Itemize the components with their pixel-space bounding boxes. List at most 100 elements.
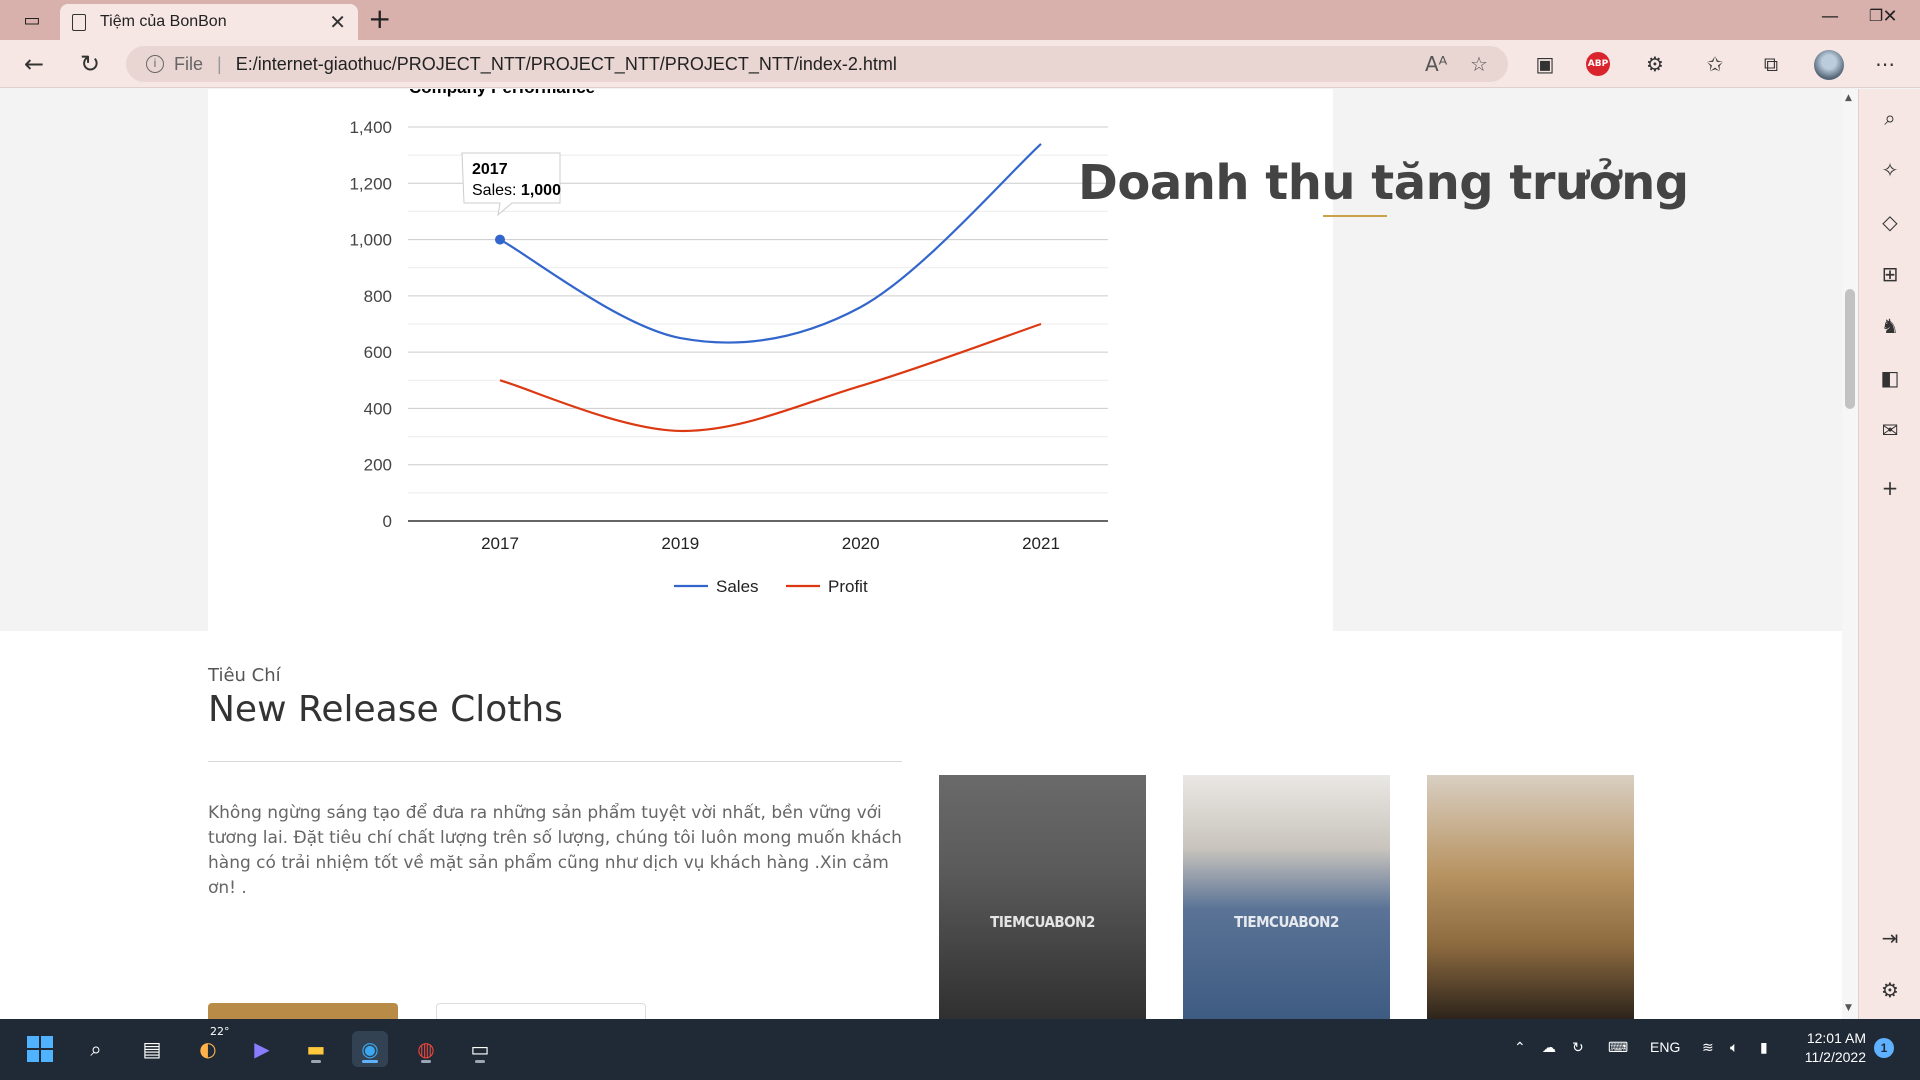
task-view-icon[interactable]: ▤ bbox=[134, 1031, 170, 1067]
browser-tab[interactable]: Tiệm của BonBon ✕ bbox=[60, 4, 358, 40]
battery-icon[interactable]: ▮ bbox=[1760, 1039, 1768, 1056]
clock-date: 11/2/2022 bbox=[1804, 1049, 1866, 1065]
adblock-icon[interactable]: ABP bbox=[1586, 52, 1610, 76]
y-tick-label: 600 bbox=[364, 343, 392, 362]
windows-start-icon[interactable] bbox=[22, 1031, 58, 1067]
y-tick-label: 1,400 bbox=[349, 118, 392, 137]
weather-icon[interactable]: ◐ 22° bbox=[190, 1025, 229, 1067]
tooltip-label: Sales: 1,000 bbox=[472, 182, 561, 199]
product-watermark: TIEMCUABON2 bbox=[990, 913, 1095, 931]
x-tick-label: 2020 bbox=[842, 534, 880, 553]
edge-sidebar: ⌕ ✧ ◇ ⊞ ♞ ◧ ✉ + ⇥ ⚙ bbox=[1858, 89, 1920, 1019]
profile-avatar[interactable] bbox=[1814, 50, 1844, 80]
x-tick-label: 2017 bbox=[481, 534, 519, 553]
chrome-icon[interactable]: ◍ bbox=[408, 1031, 444, 1067]
section-title: New Release Cloths bbox=[208, 689, 563, 730]
search-icon[interactable]: ⌕ bbox=[1877, 105, 1903, 131]
file-explorer-icon[interactable]: ▬ bbox=[298, 1031, 334, 1067]
volume-icon[interactable]: 🔈︎ bbox=[1730, 1039, 1738, 1056]
notification-badge[interactable]: 1 bbox=[1874, 1038, 1894, 1058]
office-icon[interactable]: ◧ bbox=[1877, 365, 1903, 391]
address-url: E:/internet-giaothuc/PROJECT_NTT/PROJECT… bbox=[235, 53, 897, 74]
address-separator: | bbox=[217, 53, 222, 74]
wifi-icon[interactable]: ≋ bbox=[1702, 1039, 1714, 1056]
product-image-2[interactable]: TIEMCUABON2 bbox=[1183, 775, 1390, 1019]
refresh-icon[interactable]: ↻ bbox=[72, 48, 108, 80]
sync-icon[interactable]: ↻ bbox=[1572, 1039, 1584, 1056]
x-tick-label: 2019 bbox=[661, 534, 699, 553]
scroll-down-icon[interactable]: ▼ bbox=[1845, 1003, 1852, 1013]
product-image-3[interactable] bbox=[1427, 775, 1634, 1019]
collections-icon[interactable]: ▣ bbox=[1530, 50, 1560, 78]
browser-title-bar: ▭ Tiệm của BonBon ✕ + — ❐ ✕ bbox=[0, 0, 1920, 40]
tooltip-title: 2017 bbox=[472, 161, 508, 178]
read-aloud-icon[interactable]: A͏ᴬ bbox=[1425, 52, 1447, 76]
address-scheme: File bbox=[174, 53, 204, 74]
active-app-indicator bbox=[362, 1060, 378, 1063]
teams-chat-icon[interactable]: ▶ bbox=[244, 1031, 280, 1067]
section-eyebrow: Tiêu Chí bbox=[208, 665, 281, 686]
secondary-button[interactable] bbox=[436, 1003, 646, 1019]
discover-icon[interactable]: ✧ bbox=[1877, 157, 1903, 183]
y-tick-label: 1,000 bbox=[349, 231, 392, 250]
address-toolbar: ← ↻ i File | E:/internet-giaothuc/PROJEC… bbox=[0, 40, 1920, 88]
product-watermark: TIEMCUABON2 bbox=[1234, 913, 1339, 931]
app-indicator bbox=[421, 1060, 431, 1063]
extensions-icon[interactable]: ⚙ bbox=[1640, 50, 1670, 78]
revenue-heading: Doanh thu tăng trưởng bbox=[1078, 155, 1689, 211]
new-tab-button[interactable]: + bbox=[368, 2, 391, 35]
shopping-tag-icon[interactable]: ◇ bbox=[1877, 209, 1903, 235]
y-tick-label: 400 bbox=[364, 399, 392, 418]
search-taskbar-icon[interactable]: ⌕ bbox=[78, 1031, 114, 1067]
heading-underline bbox=[1323, 215, 1387, 217]
weather-temp: 22° bbox=[210, 1025, 230, 1038]
close-window-icon[interactable]: ✕ bbox=[1872, 6, 1908, 27]
app-indicator bbox=[311, 1060, 321, 1063]
terminal-icon[interactable]: ▭ bbox=[462, 1031, 498, 1067]
chart-title: Company Performance bbox=[409, 89, 595, 97]
series-line-sales bbox=[499, 143, 1042, 344]
page-icon bbox=[72, 13, 86, 31]
settings-icon[interactable]: ⚙ bbox=[1877, 977, 1903, 1003]
clock-time: 12:01 AM bbox=[1806, 1030, 1866, 1046]
address-input[interactable]: i File | E:/internet-giaothuc/PROJECT_NT… bbox=[126, 46, 1508, 82]
section-divider bbox=[208, 761, 902, 762]
page-viewport: Company Performance 0 200 400 600 800 1,000 1,2… bbox=[0, 89, 1842, 1019]
primary-button[interactable] bbox=[208, 1003, 398, 1019]
product-image-1[interactable]: TIEMCUABON2 bbox=[939, 775, 1146, 1019]
app-indicator bbox=[475, 1060, 485, 1063]
more-menu-icon[interactable]: ⋯ bbox=[1870, 50, 1900, 78]
legend-label-sales: Sales bbox=[716, 577, 759, 596]
language-indicator[interactable]: ENG bbox=[1650, 1039, 1680, 1055]
hide-sidebar-icon[interactable]: ⇥ bbox=[1877, 925, 1903, 951]
favorites-icon[interactable]: ✩ bbox=[1700, 50, 1730, 78]
show-hidden-icons[interactable]: ⌃ bbox=[1514, 1039, 1526, 1056]
outlook-icon[interactable]: ✉ bbox=[1877, 417, 1903, 443]
performance-chart: Company Performance 0 200 400 600 800 1,000 1,2… bbox=[349, 89, 1108, 596]
taskbar-clock[interactable]: 12:01 AM 11/2/2022 bbox=[1790, 1029, 1866, 1067]
section-description: Không ngừng sáng tạo để đưa ra những sản… bbox=[208, 803, 902, 898]
tooltip-value: 1,000 bbox=[521, 182, 561, 199]
close-tab-icon[interactable]: ✕ bbox=[329, 10, 346, 35]
y-tick-label: 1,200 bbox=[349, 174, 392, 193]
edge-icon[interactable]: ◉ bbox=[352, 1031, 388, 1067]
windows-taskbar: ⌕ ▤ ◐ 22° ▶ ▬ ◉ ◍ ▭ ⌃ ☁ ↻ ⌨ ENG ≋ 🔈︎ ▮ 12… bbox=[0, 1019, 1920, 1080]
keyboard-icon[interactable]: ⌨ bbox=[1608, 1039, 1628, 1056]
games-icon[interactable]: ♞ bbox=[1877, 313, 1903, 339]
y-tick-label: 0 bbox=[383, 512, 392, 531]
add-sidebar-icon[interactable]: + bbox=[1877, 475, 1903, 501]
info-icon[interactable]: i bbox=[146, 55, 164, 73]
scroll-thumb[interactable] bbox=[1845, 289, 1855, 409]
y-tick-label: 800 bbox=[364, 287, 392, 306]
page-scrollbar[interactable]: ▲ ▼ bbox=[1842, 89, 1858, 1019]
back-icon[interactable]: ← bbox=[16, 48, 52, 80]
onedrive-icon[interactable]: ☁ bbox=[1542, 1039, 1556, 1056]
highlighted-point bbox=[495, 234, 505, 245]
add-favorite-icon[interactable]: ☆ bbox=[1470, 52, 1488, 76]
collections-tab-icon[interactable]: ⧉ bbox=[1756, 50, 1786, 78]
tools-icon[interactable]: ⊞ bbox=[1877, 261, 1903, 287]
minimize-icon[interactable]: — bbox=[1810, 6, 1850, 27]
scroll-up-icon[interactable]: ▲ bbox=[1845, 93, 1852, 103]
tab-actions-icon[interactable]: ▭ bbox=[12, 6, 52, 34]
legend-label-profit: Profit bbox=[828, 577, 868, 596]
